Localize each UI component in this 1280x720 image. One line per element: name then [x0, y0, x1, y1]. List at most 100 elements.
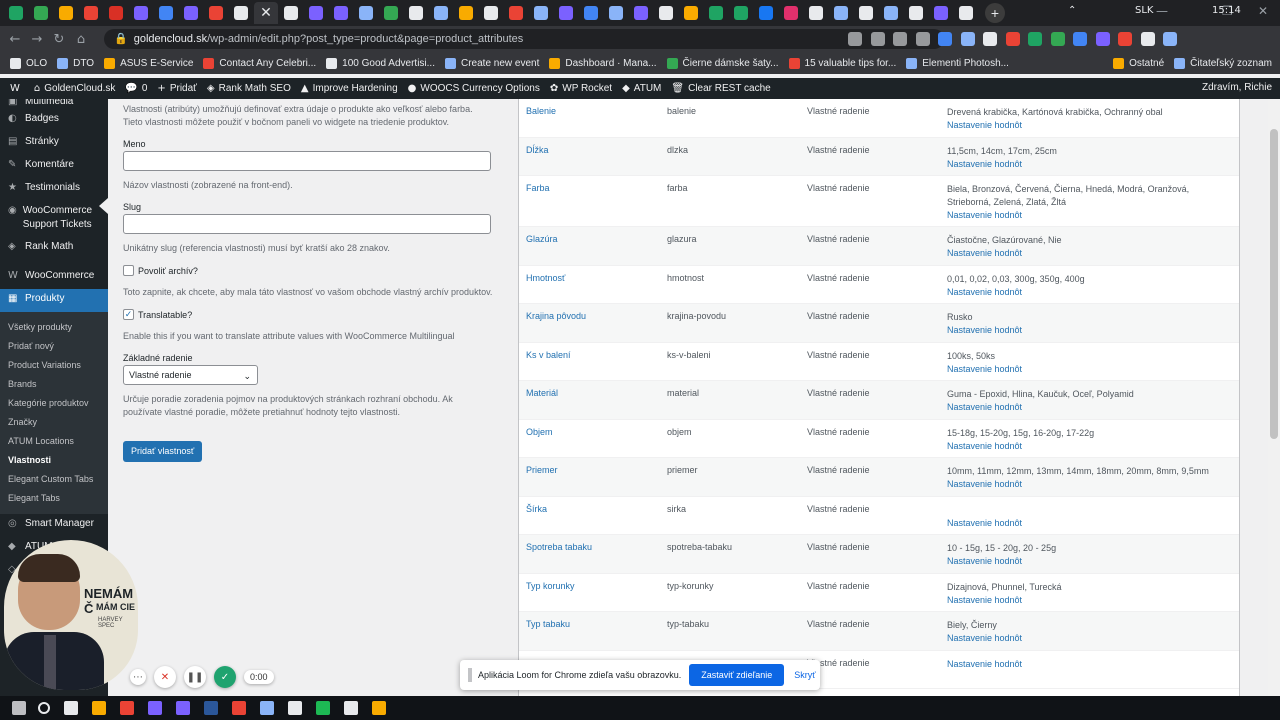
browser-tab[interactable]	[29, 2, 53, 24]
taskbar-app-icon[interactable]	[120, 701, 134, 715]
admin-bar-item[interactable]: ✿ WP Rocket	[550, 83, 612, 94]
address-bar[interactable]: 🔒 goldencloud.sk /wp-admin/edit.php?post…	[104, 29, 944, 49]
pause-icon[interactable]: ❚❚	[184, 666, 206, 688]
browser-tab[interactable]	[729, 2, 753, 24]
configure-terms-link[interactable]: Nastavenie hodnôt	[947, 119, 1227, 132]
extension-icon[interactable]	[1028, 32, 1042, 46]
translatable-checkbox[interactable]: ✓	[123, 309, 134, 320]
sidebar-subitem[interactable]: Elegant Tabs	[0, 489, 108, 508]
bookmark-item[interactable]: 15 valuable tips for...	[788, 57, 896, 69]
admin-bar-item[interactable]: ◈ Rank Math SEO	[207, 83, 291, 94]
extension-icon[interactable]	[983, 32, 997, 46]
extension-icon[interactable]	[1095, 32, 1110, 46]
sidebar-item[interactable]: ★ Testimonials	[0, 178, 108, 201]
browser-tab[interactable]	[904, 2, 928, 24]
bookmark-item[interactable]: OLO	[10, 57, 47, 69]
taskbar-app-icon[interactable]	[260, 701, 274, 715]
loom-camera-bubble[interactable]: NEMÁM Č MÁM CIE HARVEY SPEC	[4, 540, 138, 690]
configure-terms-link[interactable]: Nastavenie hodnôt	[947, 594, 1227, 607]
configure-terms-link[interactable]: Nastavenie hodnôt	[947, 478, 1227, 491]
lang-indicator[interactable]: SLK	[1135, 5, 1153, 16]
taskbar-app-icon[interactable]	[176, 701, 190, 715]
back-icon[interactable]: ←	[4, 32, 26, 47]
configure-terms-link[interactable]: Nastavenie hodnôt	[947, 247, 1227, 260]
bookmark-item[interactable]: Dashboard · Mana...	[549, 57, 657, 69]
attribute-name-link[interactable]: Dĺžka	[526, 145, 549, 155]
attribute-name-link[interactable]: Hmotnosť	[526, 273, 565, 283]
configure-terms-link[interactable]: Nastavenie hodnôt	[947, 158, 1227, 171]
browser-tab[interactable]	[504, 2, 528, 24]
taskbar-app-icon[interactable]	[92, 701, 106, 715]
sidebar-subitem[interactable]: Product Variations	[0, 356, 108, 375]
browser-tab[interactable]	[954, 2, 978, 24]
sidebar-item[interactable]: ◎ Smart Manager	[0, 514, 108, 537]
browser-tab[interactable]	[54, 2, 78, 24]
attribute-name-link[interactable]: Typ korunky	[526, 581, 575, 591]
attribute-name-link[interactable]: Šírka	[526, 504, 547, 514]
sidebar-item[interactable]: ▦ Produkty	[0, 289, 108, 312]
bookmark-item[interactable]: Contact Any Celebri...	[203, 57, 316, 69]
configure-terms-link[interactable]: Nastavenie hodnôt	[947, 632, 1227, 645]
browser-tab[interactable]	[829, 2, 853, 24]
sidebar-item[interactable]: ▣ Multimédiá	[0, 99, 108, 109]
admin-bar-item[interactable]: ◆ ATUM	[622, 83, 661, 94]
browser-tab[interactable]	[654, 2, 678, 24]
scrollbar-thumb[interactable]	[1270, 129, 1278, 439]
extension-icon[interactable]	[960, 32, 975, 46]
attribute-name-link[interactable]: Krajina pôvodu	[526, 311, 586, 321]
close-tab-icon[interactable]: ✕	[260, 5, 272, 21]
configure-terms-link[interactable]: Nastavenie hodnôt	[947, 555, 1227, 568]
extension-icon[interactable]	[1050, 32, 1065, 46]
browser-tab[interactable]	[454, 2, 478, 24]
browser-tab[interactable]	[404, 2, 428, 24]
bookmark-item[interactable]: Čierne dámske šaty...	[666, 57, 779, 69]
admin-bar-item[interactable]: ▲ Improve Hardening	[301, 83, 398, 94]
browser-tab[interactable]	[529, 2, 553, 24]
sidebar-item[interactable]: ◉ WooCommerce Support Tickets	[0, 201, 108, 237]
minimize-icon[interactable]: —	[1156, 4, 1168, 18]
bookmark-item[interactable]: Create new event	[444, 57, 539, 69]
sidebar-subitem[interactable]: Pridať nový	[0, 337, 108, 356]
browser-tab[interactable]	[779, 2, 803, 24]
configure-terms-link[interactable]: Nastavenie hodnôt	[947, 401, 1227, 414]
search-icon[interactable]	[38, 702, 50, 714]
browser-tab[interactable]	[104, 2, 128, 24]
forward-icon[interactable]: →	[26, 32, 48, 47]
attribute-name-link[interactable]: Objem	[526, 427, 553, 437]
browser-tab[interactable]	[329, 2, 353, 24]
extension-icon[interactable]	[938, 32, 952, 46]
configure-terms-link[interactable]: Nastavenie hodnôt	[947, 517, 1227, 530]
extension-icon[interactable]	[893, 32, 907, 46]
sidebar-subitem[interactable]: ATUM Locations	[0, 432, 108, 451]
drag-handle-icon[interactable]	[468, 668, 472, 682]
taskbar-app-icon[interactable]	[232, 701, 246, 715]
browser-tab[interactable]	[379, 2, 403, 24]
extension-icon[interactable]	[1163, 32, 1177, 46]
sidebar-item[interactable]: ✎ Komentáre	[0, 155, 108, 178]
browser-tab[interactable]	[554, 2, 578, 24]
configure-terms-link[interactable]: Nastavenie hodnôt	[947, 363, 1227, 376]
taskbar-app-icon[interactable]	[288, 701, 302, 715]
browser-tab[interactable]	[79, 2, 103, 24]
hide-button[interactable]: Skryť	[794, 670, 815, 680]
browser-tab[interactable]	[204, 2, 228, 24]
home-icon[interactable]: ⌂	[70, 32, 92, 47]
attribute-name-link[interactable]: Balenie	[526, 106, 556, 116]
taskbar-app-icon[interactable]	[204, 701, 218, 715]
browser-tab[interactable]	[229, 2, 253, 24]
browser-tab[interactable]	[279, 2, 303, 24]
extension-icon[interactable]	[1140, 32, 1155, 46]
sidebar-subitem[interactable]: Kategórie produktov	[0, 394, 108, 413]
new-tab-button[interactable]: +	[985, 3, 1005, 23]
sidebar-subitem[interactable]: Vlastnosti	[0, 451, 108, 470]
clock[interactable]: 15:14	[1212, 5, 1241, 16]
bookmark-item[interactable]: 100 Good Advertisi...	[326, 57, 435, 69]
taskbar-app-icon[interactable]	[64, 701, 78, 715]
browser-tab[interactable]	[929, 2, 953, 24]
browser-tab[interactable]	[679, 2, 703, 24]
sidebar-subitem[interactable]: Elegant Custom Tabs	[0, 470, 108, 489]
attribute-name-link[interactable]: Farba	[526, 183, 550, 193]
extension-icon[interactable]	[1005, 32, 1020, 46]
bookmark-item[interactable]: Čitateľský zoznam	[1174, 57, 1272, 69]
stop-sharing-button[interactable]: Zastaviť zdieľanie	[689, 664, 785, 686]
